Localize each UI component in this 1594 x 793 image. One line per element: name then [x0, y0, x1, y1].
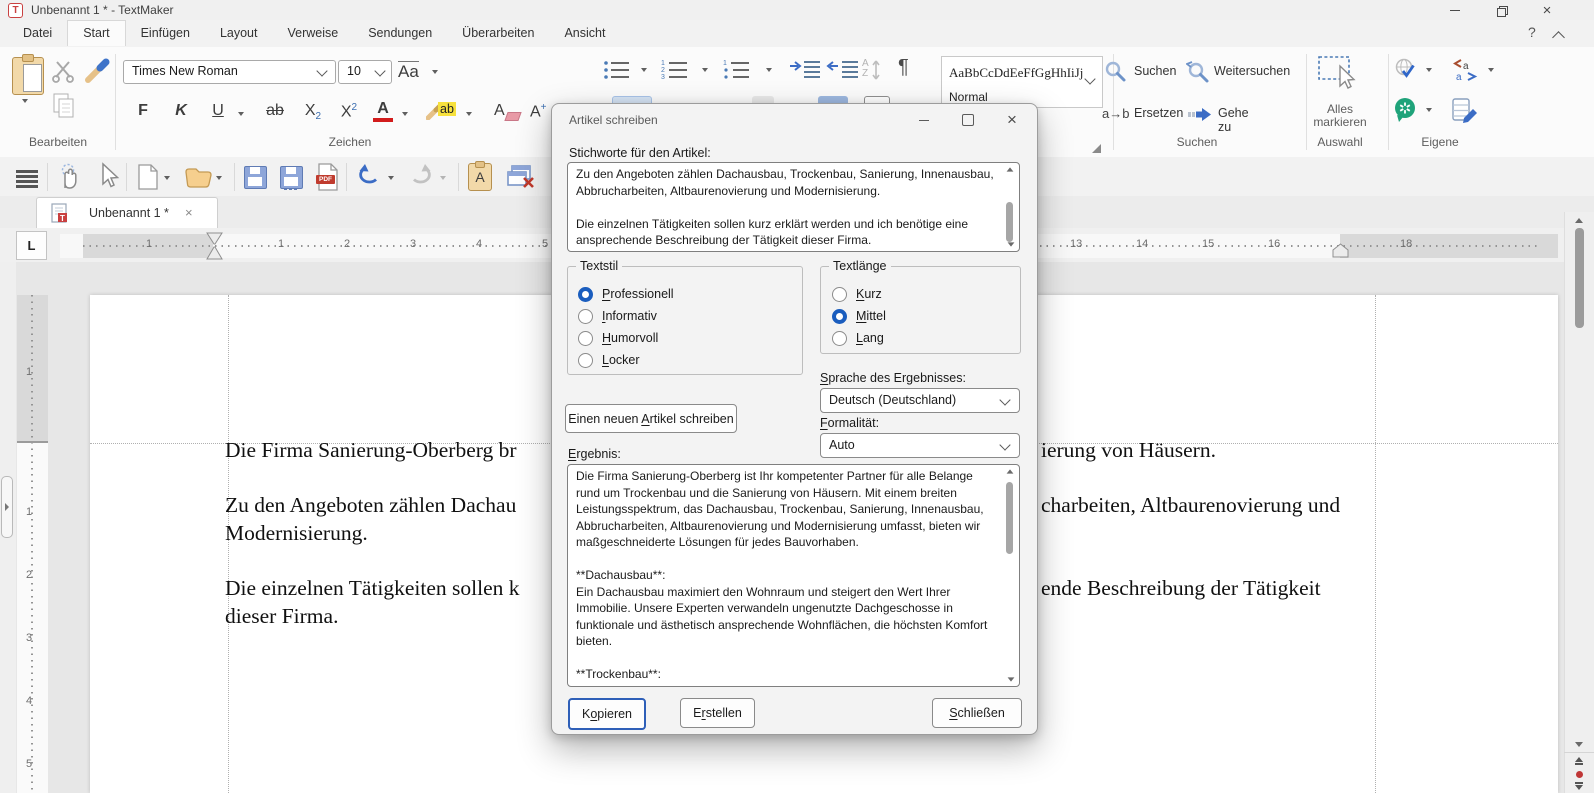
scrollbar-divider [1564, 752, 1594, 753]
radio-mittel[interactable]: Mittel [832, 307, 886, 325]
chevron-down-icon [999, 439, 1010, 450]
keywords-textarea[interactable]: Zu den Angeboten zählen Dachausbau, Troc… [567, 162, 1020, 252]
language-select[interactable]: Deutsch (Deutschland) [820, 388, 1020, 413]
formality-value: Auto [829, 438, 855, 452]
result-textarea[interactable]: Die Firma Sanierung-Oberberg ist Ihr kom… [567, 464, 1020, 687]
minimize-icon [919, 120, 929, 121]
textlaenge-legend: Textlänge [829, 259, 891, 273]
result-scrollbar[interactable] [1004, 468, 1016, 683]
formality-select[interactable]: Auto [820, 433, 1020, 458]
dialog-close-button[interactable]: × [992, 107, 1032, 133]
textstil-legend: Textstil [576, 259, 622, 273]
radio-icon[interactable] [578, 353, 593, 368]
maximize-icon [962, 114, 974, 126]
next-page-button[interactable] [1575, 782, 1583, 790]
scrollbar-thumb[interactable] [1006, 202, 1013, 242]
radio-locker[interactable]: Locker [578, 351, 640, 369]
scroll-up-icon[interactable] [1575, 218, 1583, 223]
keywords-text[interactable]: Zu den Angeboten zählen Dachausbau, Troc… [576, 166, 999, 249]
close-icon: × [1007, 110, 1017, 130]
chevron-down-icon [999, 394, 1010, 405]
textmaker-window: T Unbenannt 1 * - TextMaker × DateiStart… [0, 0, 1594, 793]
write-article-button[interactable]: Einen neuen Artikel schreiben [565, 404, 737, 433]
radio-icon[interactable] [832, 331, 847, 346]
keywords-label: Stichworte für den Artikel: [569, 146, 711, 160]
dialog-title: Artikel schreiben [569, 113, 658, 127]
scroll-up-icon[interactable] [1007, 469, 1014, 473]
formality-label: Formalität: [820, 416, 879, 430]
artikel-schreiben-dialog: Artikel schreiben × Stichworte für den A… [551, 103, 1038, 735]
scrollbar-thumb[interactable] [1575, 228, 1584, 328]
radio-icon[interactable] [832, 287, 847, 302]
kopieren-button[interactable]: Kopieren [568, 698, 646, 730]
radio-icon[interactable] [832, 309, 847, 324]
browse-object-button[interactable] [1576, 771, 1583, 778]
radio-lang[interactable]: Lang [832, 329, 884, 347]
radio-icon[interactable] [578, 331, 593, 346]
scroll-up-icon[interactable] [1007, 167, 1014, 171]
scroll-down-icon[interactable] [1007, 677, 1014, 681]
radio-humorvoll[interactable]: Humorvoll [578, 329, 658, 347]
schliessen-button[interactable]: Schließen [932, 698, 1022, 728]
dialog-minimize-button[interactable] [904, 107, 944, 133]
keywords-scrollbar[interactable] [1004, 166, 1016, 248]
result-text[interactable]: Die Firma Sanierung-Oberberg ist Ihr kom… [576, 468, 999, 684]
scroll-down-icon[interactable] [1007, 242, 1014, 246]
radio-informativ[interactable]: Informativ [578, 307, 657, 325]
erstellen-button[interactable]: Erstellen [680, 698, 755, 728]
previous-page-button[interactable] [1575, 757, 1583, 765]
result-label: Ergebnis: [568, 447, 621, 461]
scroll-down-icon[interactable] [1575, 742, 1583, 747]
language-value: Deutsch (Deutschland) [829, 393, 956, 407]
dialog-maximize-button[interactable] [948, 107, 988, 133]
language-label: Sprache des Ergebnisses: [820, 371, 966, 385]
radio-icon[interactable] [578, 309, 593, 324]
radio-professionell[interactable]: Professionell [578, 285, 674, 303]
radio-icon[interactable] [578, 287, 593, 302]
scrollbar-thumb[interactable] [1006, 482, 1013, 554]
radio-kurz[interactable]: Kurz [832, 285, 882, 303]
